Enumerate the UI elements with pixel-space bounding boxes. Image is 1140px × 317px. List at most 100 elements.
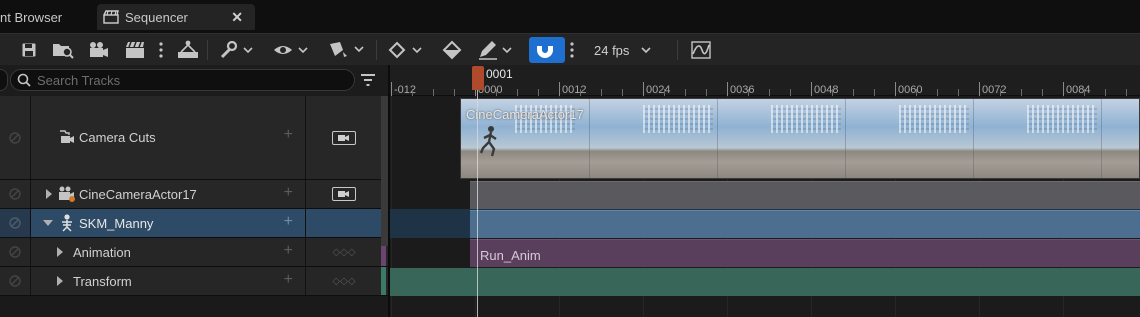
track-row-animation[interactable]: Animation + ◇◇◇ — [0, 238, 388, 267]
mute-toggle[interactable] — [0, 238, 31, 266]
camera-lock-icon[interactable] — [332, 130, 356, 145]
playhead-frame-label: 0001 — [486, 67, 513, 81]
tab-label: Sequencer — [125, 9, 188, 25]
thumbnail-detail — [643, 105, 713, 133]
mute-toggle[interactable] — [0, 209, 31, 237]
track-row-transform[interactable]: Transform + ◇◇◇ — [0, 267, 388, 296]
key-diamond-icon[interactable] — [386, 38, 424, 62]
mute-toggle[interactable] — [0, 267, 31, 295]
skm-manny-section[interactable] — [470, 210, 1140, 238]
track-row-camera-cuts[interactable]: Camera Cuts + — [0, 96, 388, 180]
track-row-skm-manny[interactable]: SKM_Manny + — [0, 209, 388, 238]
track-options-cell — [307, 96, 381, 179]
ruler-minor-tick — [685, 89, 686, 96]
add-icon[interactable]: + — [284, 271, 293, 289]
clapboard-icon[interactable] — [122, 38, 148, 62]
thumbnail-separator — [589, 99, 590, 178]
ruler-minor-tick — [937, 89, 938, 96]
ruler-minor-tick — [454, 89, 455, 96]
save-icon[interactable] — [18, 38, 40, 62]
camera-icon[interactable] — [86, 38, 112, 62]
camera-lock-icon[interactable] — [332, 187, 356, 201]
thumbnail-separator — [717, 99, 718, 178]
add-track-button[interactable] — [0, 69, 8, 91]
ruler-tick-label: 0036 — [730, 84, 755, 96]
ruler-minor-tick — [433, 89, 434, 96]
add-icon[interactable]: + — [284, 213, 293, 231]
disabled-icon — [9, 188, 21, 200]
tab-content-browser[interactable]: nt Browser — [0, 4, 92, 30]
eye-icon[interactable] — [272, 38, 310, 62]
ruler-major-tick — [727, 82, 728, 96]
mute-toggle[interactable] — [0, 180, 31, 208]
key-nav-icons[interactable]: ◇◇◇ — [332, 276, 355, 287]
running-character-thumbnail — [479, 126, 497, 157]
filter-icon[interactable] — [360, 73, 376, 87]
collapse-arrow-icon[interactable] — [43, 220, 53, 226]
track-color-strip — [381, 267, 386, 295]
timeline-area[interactable]: -012 0000 0012 0024 0036 0048 0060 0072 0084 Cin… — [390, 65, 1140, 317]
search-box[interactable] — [10, 69, 355, 91]
expand-arrow-icon[interactable] — [57, 276, 63, 286]
ruler-major-tick — [391, 82, 392, 96]
find-in-browser-icon[interactable] — [50, 38, 76, 62]
track-main-cell: CineCameraActor17 + — [31, 180, 306, 208]
close-icon[interactable]: ✕ — [231, 9, 243, 26]
tab-sequencer[interactable]: Sequencer ✕ — [97, 4, 255, 30]
actor-icon[interactable] — [326, 38, 366, 62]
cine-camera-section[interactable] — [470, 181, 1140, 209]
ruler-tick-label: 0024 — [646, 84, 671, 96]
disabled-icon — [9, 275, 21, 287]
track-row-cine-camera[interactable]: CineCameraActor17 + — [0, 180, 388, 209]
ruler-minor-tick — [601, 89, 602, 96]
mute-toggle[interactable] — [0, 96, 31, 179]
ruler-minor-tick — [1042, 89, 1043, 96]
ruler-minor-tick — [769, 89, 770, 96]
ruler-minor-tick — [1000, 89, 1001, 96]
camera-cut-section[interactable]: CineCameraActor17 — [460, 98, 1140, 179]
track-outliner: Camera Cuts + CineCameraActor17 + — [0, 65, 388, 317]
hierarchy-icon[interactable] — [176, 38, 200, 62]
pencil-icon[interactable] — [476, 38, 514, 62]
more-icon[interactable] — [156, 38, 166, 62]
more-icon[interactable] — [567, 38, 577, 62]
ruler-tick-label: 0012 — [562, 84, 587, 96]
camera-cut-label: CineCameraActor17 — [466, 107, 584, 122]
playhead-handle[interactable] — [472, 66, 484, 90]
ruler-minor-tick — [517, 89, 518, 96]
curve-editor-icon[interactable] — [690, 38, 712, 62]
transform-section[interactable] — [390, 268, 1140, 296]
snap-toggle-button[interactable] — [529, 37, 565, 63]
ruler-minor-tick — [916, 89, 917, 96]
add-icon[interactable]: + — [284, 242, 293, 260]
camera-cuts-icon — [60, 130, 74, 143]
search-input[interactable] — [37, 72, 337, 88]
key-nav-icons[interactable]: ◇◇◇ — [332, 247, 355, 258]
disabled-icon — [9, 217, 21, 229]
ruler-minor-tick — [706, 89, 707, 96]
expand-arrow-icon[interactable] — [57, 247, 63, 257]
fill-icon[interactable] — [440, 38, 464, 62]
wrench-icon[interactable] — [218, 38, 254, 62]
ruler-tick-label: 0060 — [898, 84, 923, 96]
ruler-tick-label: 0048 — [814, 84, 839, 96]
sequencer-toolbar: 24 fps — [0, 33, 1140, 65]
ruler-minor-tick — [1126, 89, 1127, 96]
track-label: SKM_Manny — [79, 216, 154, 231]
tab-bar: nt Browser Sequencer ✕ — [0, 0, 1140, 33]
add-icon[interactable]: + — [284, 126, 293, 144]
ruler-major-tick — [1063, 82, 1064, 96]
frame-rate-dropdown[interactable]: 24 fps — [594, 38, 651, 62]
track-main-cell: SKM_Manny + — [31, 209, 306, 237]
search-icon — [17, 73, 31, 87]
vertical-scrollbar[interactable] — [381, 96, 388, 246]
playhead-line — [477, 90, 478, 317]
ruler-minor-tick — [412, 89, 413, 96]
thumbnail-detail — [771, 105, 841, 133]
add-icon[interactable]: + — [284, 184, 293, 202]
expand-arrow-icon[interactable] — [46, 189, 52, 199]
skeleton-icon — [62, 214, 72, 232]
animation-section[interactable]: Run_Anim — [470, 239, 1140, 267]
track-label: Animation — [73, 245, 131, 260]
magnet-icon — [537, 43, 553, 58]
